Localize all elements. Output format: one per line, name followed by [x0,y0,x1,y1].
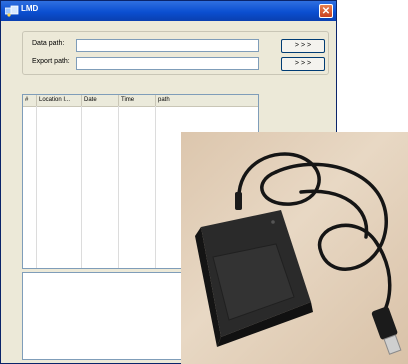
column-header-path[interactable]: path [156,95,258,106]
column-divider [81,106,82,268]
data-path-input[interactable] [76,39,259,52]
data-path-browse-button[interactable]: > > > [281,39,325,53]
column-divider [155,106,156,268]
close-icon: ✕ [321,6,331,17]
window-title: LMD [21,4,39,13]
usb-card-reader-photo [181,132,408,364]
column-header-index[interactable]: # [23,95,37,106]
column-divider [118,106,119,268]
title-bar[interactable]: LMD ✕ [1,1,336,21]
close-button[interactable]: ✕ [319,4,333,18]
column-header-date[interactable]: Date [82,95,119,106]
app-icon [5,5,19,17]
export-path-input[interactable] [76,57,259,70]
card-reader-image [195,152,402,355]
export-path-label: Export path: [32,58,70,65]
column-header-location[interactable]: Location I... [37,95,82,106]
column-header-time[interactable]: Time [119,95,156,106]
data-path-label: Data path: [32,40,65,47]
table-header: # Location I... Date Time path [23,95,258,107]
column-divider [36,106,37,268]
export-path-browse-button[interactable]: > > > [281,57,325,71]
